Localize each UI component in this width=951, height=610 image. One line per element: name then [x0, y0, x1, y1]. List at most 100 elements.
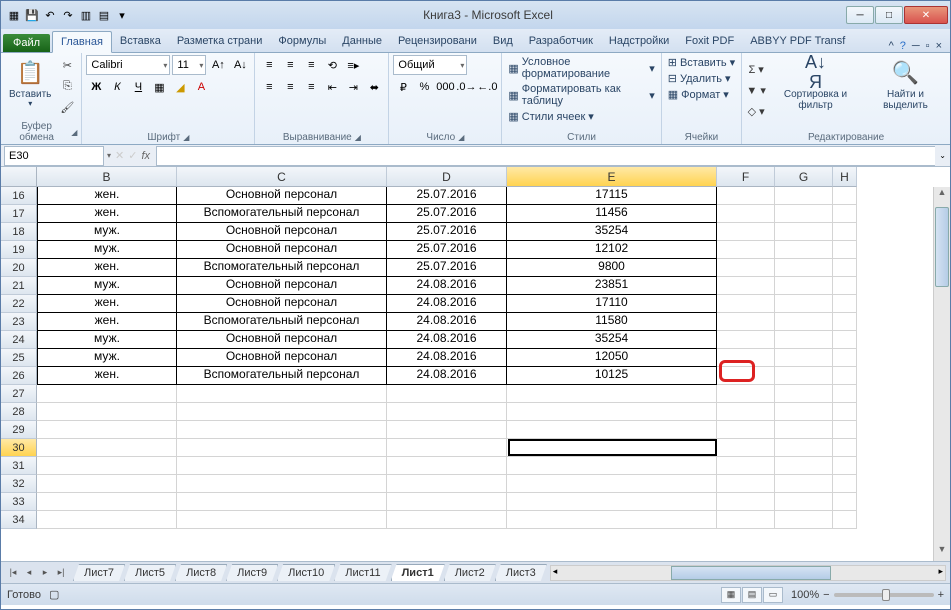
bold-icon[interactable]: Ж — [86, 77, 106, 97]
tab-вид[interactable]: Вид — [485, 31, 521, 52]
border-icon[interactable]: ▦ — [149, 77, 169, 97]
zoom-level[interactable]: 100% — [791, 589, 819, 601]
cell-F23[interactable] — [717, 313, 775, 331]
delete-cells-button[interactable]: ⊟Удалить ▾ — [666, 71, 737, 86]
new-icon[interactable]: ▥ — [78, 7, 94, 23]
wrap-text-icon[interactable]: ≡▸ — [343, 55, 363, 75]
cell-F28[interactable] — [717, 403, 775, 421]
cell-F20[interactable] — [717, 259, 775, 277]
row-header-34[interactable]: 34 — [1, 511, 37, 529]
align-bottom-icon[interactable]: ≡ — [301, 55, 321, 75]
cell-F19[interactable] — [717, 241, 775, 259]
normal-view-icon[interactable]: ▦ — [721, 587, 741, 603]
maximize-button[interactable]: □ — [875, 6, 903, 24]
cell-C16[interactable]: Основной персонал — [177, 187, 387, 205]
row-header-26[interactable]: 26 — [1, 367, 37, 385]
cell-D17[interactable]: 25.07.2016 — [387, 205, 507, 223]
cell-B26[interactable]: жен. — [37, 367, 177, 385]
clear-icon[interactable]: ◇ ▾ — [746, 101, 766, 121]
select-all-corner[interactable] — [1, 167, 37, 187]
cancel-edit-icon[interactable]: ✕ — [115, 149, 124, 162]
cell-F21[interactable] — [717, 277, 775, 295]
col-header-E[interactable]: E — [507, 167, 717, 187]
cell-D22[interactable]: 24.08.2016 — [387, 295, 507, 313]
cell-H29[interactable] — [833, 421, 857, 439]
cell-C21[interactable]: Основной персонал — [177, 277, 387, 295]
cell-D29[interactable] — [387, 421, 507, 439]
cell-G20[interactable] — [775, 259, 833, 277]
tab-разработчик[interactable]: Разработчик — [521, 31, 601, 52]
row-header-16[interactable]: 16 — [1, 187, 37, 205]
cell-C32[interactable] — [177, 475, 387, 493]
cell-H26[interactable] — [833, 367, 857, 385]
percent-icon[interactable]: % — [414, 77, 434, 97]
find-select-button[interactable]: 🔍 Найти и выделить — [865, 55, 946, 113]
cell-B28[interactable] — [37, 403, 177, 421]
cell-H22[interactable] — [833, 295, 857, 313]
cell-B22[interactable]: жен. — [37, 295, 177, 313]
row-header-18[interactable]: 18 — [1, 223, 37, 241]
merge-icon[interactable]: ⬌ — [364, 77, 384, 97]
cell-C20[interactable]: Вспомогательный персонал — [177, 259, 387, 277]
zoom-thumb[interactable] — [882, 589, 890, 601]
col-header-F[interactable]: F — [717, 167, 775, 187]
col-header-H[interactable]: H — [833, 167, 857, 187]
cell-E25[interactable]: 12050 — [507, 349, 717, 367]
cell-styles-button[interactable]: ▦Стили ячеек ▾ — [506, 109, 656, 124]
undo-icon[interactable]: ↶ — [42, 7, 58, 23]
format-cells-button[interactable]: ▦Формат ▾ — [666, 87, 737, 102]
cell-D34[interactable] — [387, 511, 507, 529]
row-header-25[interactable]: 25 — [1, 349, 37, 367]
orientation-icon[interactable]: ⟲ — [322, 55, 342, 75]
font-size-combo[interactable]: 11 — [172, 55, 206, 75]
excel-icon[interactable]: ▦ — [6, 7, 22, 23]
cell-B32[interactable] — [37, 475, 177, 493]
help-icon[interactable]: ? — [900, 40, 906, 52]
row-header-22[interactable]: 22 — [1, 295, 37, 313]
cell-B23[interactable]: жен. — [37, 313, 177, 331]
cut-icon[interactable]: ✂ — [57, 55, 77, 75]
col-header-D[interactable]: D — [387, 167, 507, 187]
format-as-table-button[interactable]: ▦Форматировать как таблицу ▾ — [506, 82, 656, 108]
cell-B21[interactable]: муж. — [37, 277, 177, 295]
cell-H25[interactable] — [833, 349, 857, 367]
align-center-icon[interactable]: ≡ — [280, 77, 300, 97]
cell-G21[interactable] — [775, 277, 833, 295]
cell-D18[interactable]: 25.07.2016 — [387, 223, 507, 241]
vertical-scrollbar[interactable]: ▲ ▼ — [933, 187, 950, 561]
cell-C22[interactable]: Основной персонал — [177, 295, 387, 313]
minimize-button[interactable]: ─ — [846, 6, 874, 24]
cell-H23[interactable] — [833, 313, 857, 331]
row-header-28[interactable]: 28 — [1, 403, 37, 421]
cell-G29[interactable] — [775, 421, 833, 439]
sheet-tab-Лист7[interactable]: Лист7 — [73, 564, 125, 581]
cell-B16[interactable]: жен. — [37, 187, 177, 205]
cell-G27[interactable] — [775, 385, 833, 403]
cell-D25[interactable]: 24.08.2016 — [387, 349, 507, 367]
align-right-icon[interactable]: ≡ — [301, 77, 321, 97]
hscroll-thumb[interactable] — [671, 566, 831, 580]
cell-H24[interactable] — [833, 331, 857, 349]
workbook-restore-icon[interactable]: ▫ — [926, 40, 930, 52]
scroll-down-icon[interactable]: ▼ — [934, 544, 950, 561]
italic-icon[interactable]: К — [107, 77, 127, 97]
file-tab[interactable]: Файл — [3, 34, 50, 52]
cell-B34[interactable] — [37, 511, 177, 529]
cell-G33[interactable] — [775, 493, 833, 511]
align-top-icon[interactable]: ≡ — [259, 55, 279, 75]
sheet-tab-Лист3[interactable]: Лист3 — [495, 564, 547, 581]
sheet-tab-Лист5[interactable]: Лист5 — [124, 564, 176, 581]
cell-E31[interactable] — [507, 457, 717, 475]
row-header-20[interactable]: 20 — [1, 259, 37, 277]
cell-G28[interactable] — [775, 403, 833, 421]
cell-H28[interactable] — [833, 403, 857, 421]
increase-decimal-icon[interactable]: .0→ — [456, 77, 476, 97]
cell-C33[interactable] — [177, 493, 387, 511]
sheet-tab-Лист2[interactable]: Лист2 — [444, 564, 496, 581]
clipboard-dialog-icon[interactable]: ◢ — [71, 128, 77, 137]
sheet-tab-Лист10[interactable]: Лист10 — [277, 564, 335, 581]
cell-D21[interactable]: 24.08.2016 — [387, 277, 507, 295]
cell-H16[interactable] — [833, 187, 857, 205]
indent-inc-icon[interactable]: ⇥ — [343, 77, 363, 97]
tab-данные[interactable]: Данные — [334, 31, 390, 52]
